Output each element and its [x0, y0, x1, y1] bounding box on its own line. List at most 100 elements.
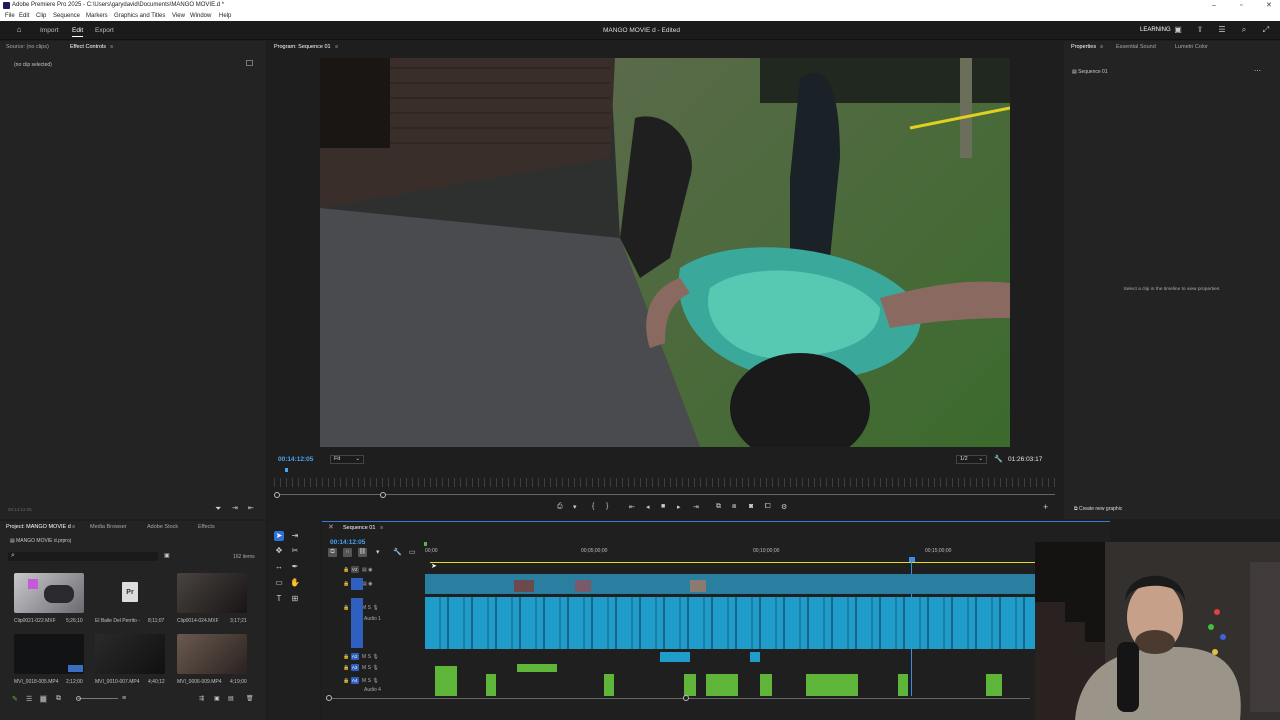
work-area-bar[interactable] — [430, 562, 1035, 563]
track-header-a1[interactable]: 🔒 A1 M S 🎙 Audio 1 — [337, 604, 423, 622]
lock-icon[interactable]: 🔒 — [343, 567, 349, 573]
panel-menu-icon[interactable]: ≡ — [110, 41, 113, 53]
solo-icon[interactable]: S — [368, 605, 371, 611]
mic-icon[interactable]: 🎙 — [372, 665, 378, 671]
menu-graphics[interactable]: Graphics and Titles — [114, 11, 165, 21]
mute-icon[interactable]: M — [362, 678, 366, 684]
thumb-clip0021[interactable] — [14, 573, 84, 613]
filter-icon[interactable]: ⏷ — [215, 504, 221, 514]
lift-icon[interactable]: ⧉ — [716, 503, 721, 511]
icon-view-icon[interactable]: ▦ — [40, 695, 47, 703]
menu-clip[interactable]: Clip — [36, 11, 46, 21]
new-bin-icon[interactable]: ▣ — [214, 695, 220, 702]
learning-label[interactable]: LEARNING — [1140, 27, 1171, 33]
minimize-icon[interactable]: – — [1212, 0, 1216, 11]
sort-icon[interactable]: ≡ — [122, 695, 126, 702]
nav-import[interactable]: Import — [40, 27, 58, 34]
track-header-v1[interactable]: 🔒 V1 ▤ ◉ — [337, 580, 423, 587]
zoom-scrollbar[interactable] — [277, 494, 1055, 495]
menu-markers[interactable]: Markers — [86, 11, 108, 21]
mute-icon[interactable]: M — [362, 665, 366, 671]
vertical-type-icon[interactable]: ⊞ — [290, 594, 300, 604]
tab-source[interactable]: Source: (no clips) — [6, 41, 49, 53]
create-graphic-button[interactable]: ⧉ Create new graphic — [1074, 506, 1122, 512]
timeline-timecode[interactable]: 00:14:12:05 — [330, 539, 365, 546]
add-marker-icon[interactable]: ▾ — [376, 548, 380, 556]
panel-expand-icon[interactable] — [246, 60, 253, 66]
mic-icon[interactable]: 🎙 — [372, 678, 378, 684]
menu-file[interactable]: File — [5, 11, 15, 21]
mute-icon[interactable]: M — [362, 654, 366, 660]
fit-dropdown[interactable]: Fit ⌄ — [330, 455, 364, 464]
menu-edit[interactable]: Edit — [19, 11, 29, 21]
tab-lumetri-color[interactable]: Lumetri Color — [1175, 41, 1208, 53]
program-menu-icon[interactable]: ≡ — [335, 41, 338, 53]
razor-icon[interactable]: ✂ — [290, 546, 300, 556]
track-header-a4[interactable]: 🔒 A4 M S 🎙 Audio 4 — [337, 677, 423, 693]
close-tab-icon[interactable]: ✕ — [328, 522, 334, 534]
tab-program[interactable]: Program: Sequence 01 — [274, 41, 331, 53]
audio-clip[interactable] — [806, 674, 858, 696]
rectangle-tool-icon[interactable]: ▭ — [274, 578, 284, 588]
workspace-icon[interactable]: ▣ — [1174, 26, 1182, 34]
fullscreen-icon[interactable]: ⤢ — [1262, 26, 1270, 34]
export-frame-icon[interactable]: ⇥ — [232, 504, 238, 512]
tab-effects[interactable]: Effects — [198, 521, 215, 533]
new-bin-icon[interactable]: ▣ — [164, 552, 170, 559]
track-name[interactable]: A4 — [350, 677, 359, 684]
add-button-icon[interactable]: + — [1043, 502, 1048, 512]
freeform-view-icon[interactable]: ⧉ — [56, 695, 61, 703]
timeline-menu-icon[interactable]: ≡ — [380, 522, 383, 534]
audio-clip[interactable] — [660, 652, 690, 662]
project-search-input[interactable]: ⌕ — [8, 552, 158, 561]
slider-handle[interactable] — [76, 696, 81, 701]
audio-clip[interactable] — [435, 666, 457, 696]
program-video-frame[interactable] — [320, 58, 1010, 447]
lock-icon[interactable]: 🔒 — [343, 581, 349, 587]
captions-icon[interactable]: ▭ — [409, 548, 416, 556]
lock-icon[interactable]: 🔒 — [343, 678, 349, 684]
timeline-scrollbar[interactable] — [330, 698, 1030, 699]
solo-icon[interactable]: S — [368, 665, 371, 671]
close-icon[interactable]: ✕ — [1266, 0, 1272, 11]
slip-tool-icon[interactable]: ↔ — [274, 562, 284, 572]
menu-view[interactable]: View — [172, 11, 185, 21]
tab-essential-sound[interactable]: Essential Sound — [1116, 41, 1156, 53]
playhead-handle[interactable] — [909, 557, 915, 562]
menu-sequence[interactable]: Sequence — [53, 11, 80, 21]
tab-media-browser[interactable]: Media Browser — [90, 521, 127, 533]
tab-properties[interactable]: Properties — [1071, 41, 1096, 53]
mic-icon[interactable]: 🎙 — [372, 605, 378, 611]
more-options-icon[interactable]: ⋯ — [1254, 67, 1261, 75]
thumb-mvi0018[interactable] — [14, 634, 84, 674]
wrench-icon[interactable]: 🔧 — [393, 548, 402, 556]
solo-icon[interactable]: S — [368, 678, 371, 684]
menu-help[interactable]: Help — [219, 11, 231, 21]
extract-icon[interactable]: ⧈ — [732, 503, 736, 511]
wrench-icon[interactable]: 🔧 — [994, 455, 1003, 463]
track-select-icon[interactable]: ⇥ — [290, 531, 300, 541]
settings-icon[interactable]: ⇤ — [248, 504, 254, 512]
nav-export[interactable]: Export — [95, 27, 114, 34]
zoom-handle-right[interactable] — [380, 492, 386, 498]
nav-edit[interactable]: Edit — [72, 27, 84, 37]
solo-icon[interactable]: S — [368, 654, 371, 660]
audio-clip[interactable] — [760, 674, 772, 696]
timeline-ruler[interactable]: 00;00 00;05;00;00 00;10;00;00 00;15;00;0… — [425, 548, 1035, 559]
audio-clip[interactable] — [684, 674, 696, 696]
track-header-v2[interactable]: 🔒 V2 ▤ ◉ — [337, 566, 423, 573]
menu-lines-icon[interactable]: ☰ — [1218, 26, 1226, 34]
mark-out-icon[interactable]: } — [606, 503, 608, 510]
mark-in-icon[interactable]: { — [592, 503, 594, 510]
lock-icon[interactable]: 🔒 — [343, 665, 349, 671]
search-icon[interactable]: ⌕ — [1240, 26, 1248, 34]
audio-clip[interactable] — [986, 674, 1002, 696]
go-to-out-icon[interactable]: ⇥ — [693, 503, 699, 511]
camera-icon[interactable]: ◙ — [749, 503, 753, 510]
program-ruler[interactable] — [274, 478, 1056, 487]
thumb-mvi0006[interactable] — [177, 634, 247, 674]
tab-sequence[interactable]: Sequence 01 — [343, 522, 375, 534]
list-view-icon[interactable]: ☰ — [26, 695, 32, 703]
tab-effect-controls[interactable]: Effect Controls — [70, 41, 106, 53]
a1-source-patch[interactable] — [351, 598, 363, 648]
